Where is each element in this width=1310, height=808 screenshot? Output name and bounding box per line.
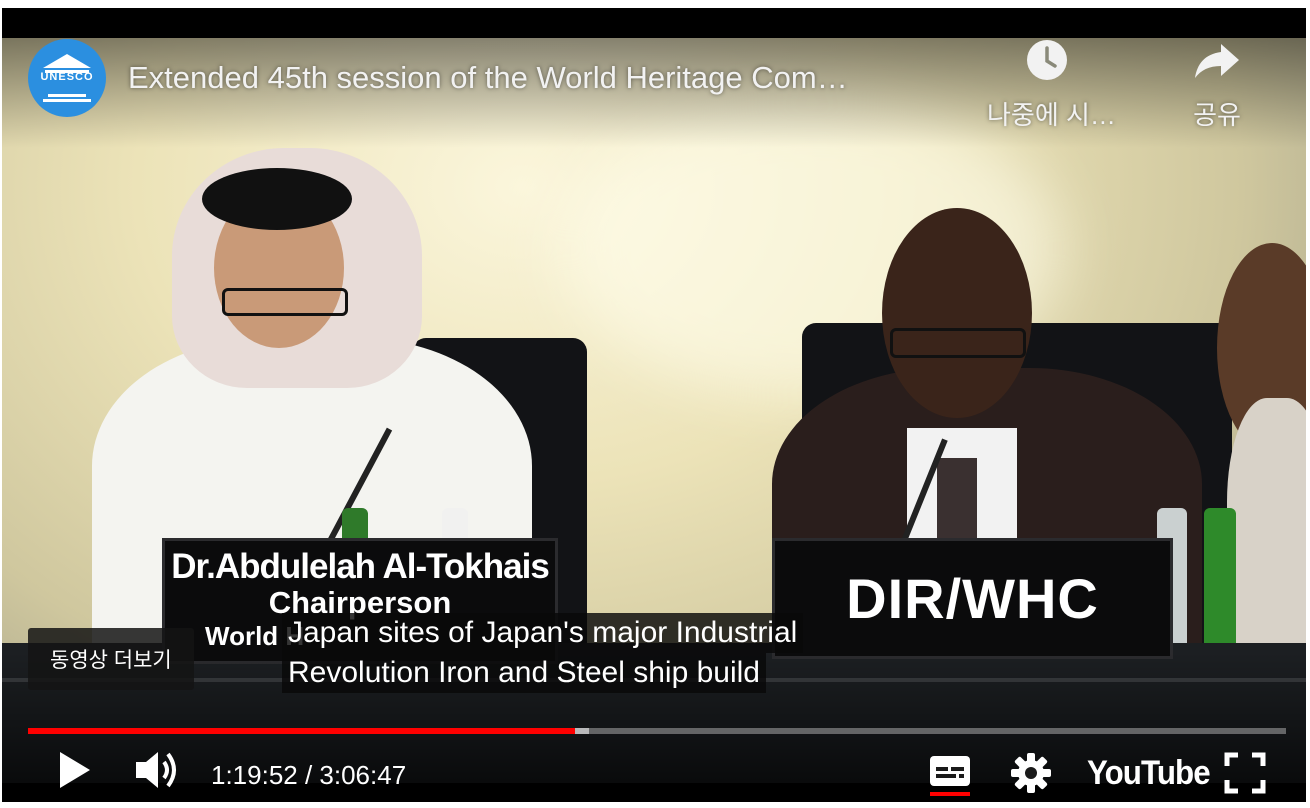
fullscreen-icon <box>1224 752 1266 794</box>
more-videos-button[interactable]: 동영상 더보기 <box>28 628 194 690</box>
time-display: 1:19:52 / 3:06:47 <box>211 760 407 790</box>
gear-icon <box>1011 753 1051 793</box>
person-left-glasses <box>222 288 348 316</box>
channel-logo-text: UNESCO <box>40 71 94 83</box>
person-right-glasses <box>890 328 1026 358</box>
progress-bar[interactable] <box>28 728 1286 734</box>
subtitle-caption: Japan sites of Japan's major Industrial … <box>282 613 804 693</box>
subtitles-icon <box>930 756 970 796</box>
person-left-agal <box>202 168 352 230</box>
play-icon <box>60 752 90 788</box>
progress-played <box>28 728 575 734</box>
person-right-head <box>882 208 1032 418</box>
placard-left-name: Dr.Abdulelah Al-Tokhais <box>171 547 550 586</box>
volume-icon <box>136 752 176 788</box>
bottle-green-right <box>1204 508 1236 658</box>
watch-later-button[interactable]: 나중에 시… <box>987 38 1116 132</box>
channel-logo[interactable]: UNESCO <box>28 39 106 117</box>
video-player[interactable]: Dr.Abdulelah Al-Tokhais Chairperson Worl… <box>2 8 1306 802</box>
clock-icon <box>1027 40 1067 80</box>
settings-button[interactable] <box>1010 752 1052 799</box>
caption-line-1: Japan sites of Japan's major Industrial <box>282 613 804 653</box>
placard-right-name: DIR/WHC <box>846 567 1099 630</box>
share-label: 공유 <box>1193 100 1241 130</box>
video-title[interactable]: Extended 45th session of the World Herit… <box>128 60 848 96</box>
volume-button[interactable] <box>134 748 182 797</box>
name-placard-right: DIR/WHC <box>772 538 1173 659</box>
subtitles-button[interactable] <box>928 750 972 802</box>
caption-line-2: Revolution Iron and Steel ship build <box>282 653 766 693</box>
play-button[interactable] <box>54 748 94 797</box>
fullscreen-button[interactable] <box>1224 752 1266 799</box>
share-button[interactable]: 공유 <box>1157 38 1277 132</box>
watch-later-label: 나중에 시… <box>987 100 1116 130</box>
person-third-body <box>1227 398 1306 658</box>
more-videos-label: 동영상 더보기 <box>50 649 172 672</box>
youtube-logo[interactable]: YouTube <box>1087 754 1211 793</box>
share-arrow-icon <box>1195 44 1239 78</box>
